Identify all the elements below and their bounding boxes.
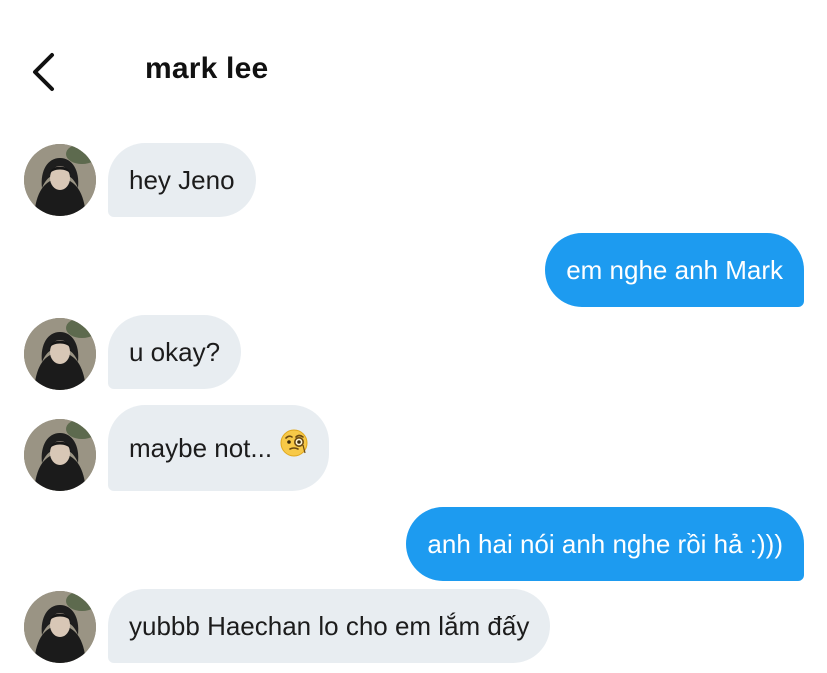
- chevron-left-icon: [33, 53, 54, 91]
- avatar[interactable]: [24, 591, 96, 663]
- incoming-message-bubble[interactable]: yubbb Haechan lo cho em lắm đấy: [108, 589, 551, 663]
- chat-header: mark lee: [0, 0, 827, 130]
- chat-title: mark lee: [145, 52, 269, 85]
- avatar[interactable]: [24, 318, 96, 390]
- message-row: hey Jeno: [0, 143, 827, 217]
- incoming-message-bubble[interactable]: hey Jeno: [108, 143, 256, 217]
- incoming-message-bubble[interactable]: u okay?: [108, 315, 242, 389]
- message-row: em nghe anh Mark: [0, 233, 827, 307]
- avatar-photo: [24, 318, 96, 390]
- outgoing-message-bubble[interactable]: em nghe anh Mark: [545, 233, 804, 307]
- message-row: u okay?: [0, 315, 827, 390]
- back-button[interactable]: [26, 50, 66, 94]
- incoming-message-bubble[interactable]: maybe not...: [108, 405, 330, 491]
- message-row: anh hai nói anh nghe rồi hả :))): [0, 507, 827, 581]
- face-with-monocle-icon: [280, 405, 308, 491]
- avatar-photo: [24, 144, 96, 216]
- message-row: maybe not...: [0, 405, 827, 491]
- avatar[interactable]: [24, 144, 96, 216]
- avatar-photo: [24, 591, 96, 663]
- message-text: maybe not...: [129, 433, 273, 463]
- message-row: yubbb Haechan lo cho em lắm đấy: [0, 589, 827, 663]
- outgoing-message-bubble[interactable]: anh hai nói anh nghe rồi hả :))): [406, 507, 804, 581]
- avatar[interactable]: [24, 419, 96, 491]
- avatar-photo: [24, 419, 96, 491]
